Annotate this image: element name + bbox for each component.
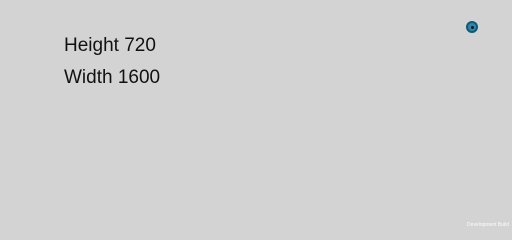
screen-root: { "screen": { "background": "#d3d3d3" },…: [0, 0, 512, 230]
resolution-info: Height 720 Width 1600: [64, 30, 160, 94]
width-label: Width 1600: [64, 67, 161, 88]
development-build-label: Development Build: [467, 222, 509, 228]
height-label: Height 720: [64, 35, 156, 56]
record-dot-core: [470, 25, 474, 29]
record-dot-icon[interactable]: [466, 21, 478, 33]
